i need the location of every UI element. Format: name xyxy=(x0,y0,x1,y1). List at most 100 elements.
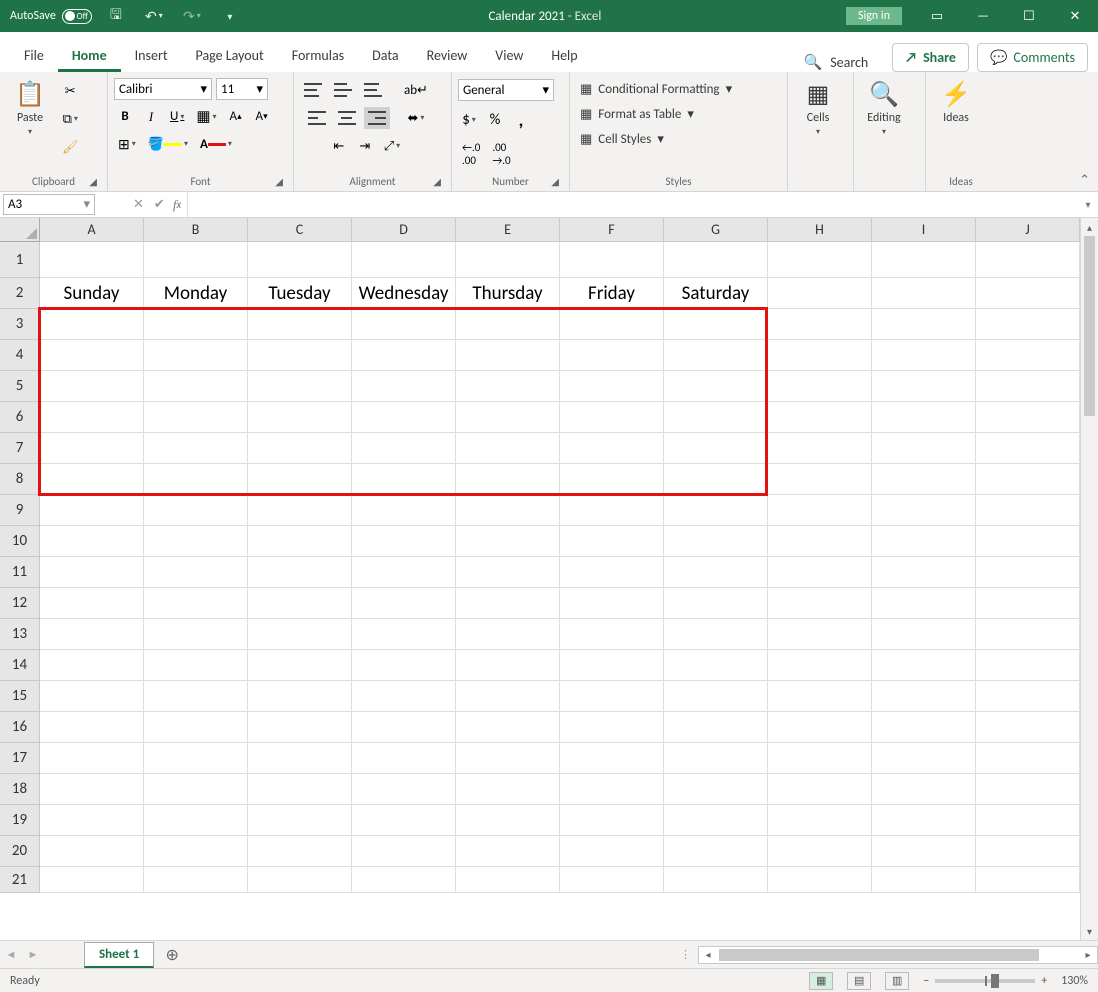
cell[interactable] xyxy=(40,836,144,867)
cell[interactable] xyxy=(352,743,456,774)
cell[interactable] xyxy=(872,278,976,309)
cell[interactable] xyxy=(976,495,1080,526)
cell[interactable] xyxy=(144,867,248,893)
col-header[interactable]: E xyxy=(456,218,560,242)
cell[interactable] xyxy=(248,743,352,774)
row-header[interactable]: 3 xyxy=(0,309,40,340)
cell[interactable] xyxy=(976,309,1080,340)
cell[interactable] xyxy=(768,371,872,402)
cell[interactable] xyxy=(664,805,768,836)
cell[interactable] xyxy=(144,836,248,867)
page-layout-view-button[interactable]: ▤ xyxy=(847,972,871,990)
cell[interactable] xyxy=(664,836,768,867)
row-header[interactable]: 4 xyxy=(0,340,40,371)
orientation-button[interactable]: ⤢▾ xyxy=(380,135,404,157)
cell[interactable] xyxy=(352,242,456,278)
paste-button[interactable]: 📋 Paste ▾ xyxy=(6,76,54,137)
cell[interactable] xyxy=(872,402,976,433)
cell[interactable] xyxy=(40,681,144,712)
bold-button[interactable]: B xyxy=(114,106,136,128)
row-header[interactable]: 5 xyxy=(0,371,40,402)
cell[interactable] xyxy=(560,526,664,557)
tab-page-layout[interactable]: Page Layout xyxy=(182,39,278,72)
redo-icon[interactable]: ↷▾ xyxy=(178,2,206,30)
save-icon[interactable]: 🖫 xyxy=(102,2,130,30)
row-header[interactable]: 14 xyxy=(0,650,40,681)
cell[interactable] xyxy=(248,495,352,526)
cell[interactable] xyxy=(872,774,976,805)
cell[interactable] xyxy=(560,805,664,836)
cell[interactable] xyxy=(40,433,144,464)
cell[interactable] xyxy=(768,650,872,681)
cell[interactable] xyxy=(664,526,768,557)
increase-indent-button[interactable]: ⇥ xyxy=(354,135,376,157)
cell[interactable] xyxy=(248,588,352,619)
cell[interactable] xyxy=(248,242,352,278)
font-launcher-icon[interactable]: ◢ xyxy=(275,175,283,188)
cell[interactable] xyxy=(144,464,248,495)
align-center-button[interactable] xyxy=(334,107,360,129)
cell[interactable] xyxy=(144,402,248,433)
tab-insert[interactable]: Insert xyxy=(121,39,182,72)
cell[interactable] xyxy=(144,588,248,619)
cell[interactable] xyxy=(248,836,352,867)
cell[interactable] xyxy=(456,743,560,774)
col-header[interactable]: I xyxy=(872,218,976,242)
cell[interactable] xyxy=(872,371,976,402)
cell[interactable] xyxy=(976,867,1080,893)
cell[interactable] xyxy=(40,242,144,278)
cell[interactable] xyxy=(560,242,664,278)
cell[interactable] xyxy=(768,681,872,712)
cell[interactable] xyxy=(664,433,768,464)
cell[interactable] xyxy=(248,340,352,371)
cell[interactable] xyxy=(768,867,872,893)
sign-in-button[interactable]: Sign in xyxy=(846,7,902,25)
cell[interactable] xyxy=(144,495,248,526)
cell[interactable] xyxy=(352,371,456,402)
cell[interactable] xyxy=(352,681,456,712)
tab-view[interactable]: View xyxy=(481,39,537,72)
cell[interactable] xyxy=(248,867,352,893)
sheet-nav-prev-icon[interactable]: ◄ xyxy=(0,948,22,961)
cell[interactable] xyxy=(248,805,352,836)
cell[interactable] xyxy=(872,242,976,278)
cell[interactable] xyxy=(352,805,456,836)
cell[interactable]: Thursday xyxy=(456,278,560,309)
cell[interactable] xyxy=(664,371,768,402)
cell[interactable] xyxy=(872,805,976,836)
fx-icon[interactable]: fx xyxy=(173,192,187,217)
font-color-button[interactable]: A▾ xyxy=(196,133,236,155)
cell[interactable] xyxy=(40,371,144,402)
cell[interactable] xyxy=(872,712,976,743)
cell[interactable] xyxy=(976,371,1080,402)
row-header[interactable]: 19 xyxy=(0,805,40,836)
cell[interactable] xyxy=(352,836,456,867)
cell[interactable]: Tuesday xyxy=(248,278,352,309)
cell[interactable] xyxy=(872,650,976,681)
col-header[interactable]: A xyxy=(40,218,144,242)
alignment-launcher-icon[interactable]: ◢ xyxy=(433,175,441,188)
row-header[interactable]: 1 xyxy=(0,242,40,278)
cell[interactable] xyxy=(768,805,872,836)
cell[interactable] xyxy=(248,464,352,495)
cell[interactable] xyxy=(456,309,560,340)
cell[interactable] xyxy=(40,867,144,893)
cell[interactable] xyxy=(456,774,560,805)
tab-review[interactable]: Review xyxy=(413,39,482,72)
italic-button[interactable]: I xyxy=(140,106,162,128)
cell[interactable] xyxy=(976,712,1080,743)
cell[interactable] xyxy=(352,712,456,743)
cell[interactable] xyxy=(664,650,768,681)
cell[interactable] xyxy=(872,526,976,557)
row-header[interactable]: 11 xyxy=(0,557,40,588)
percent-format-button[interactable]: % xyxy=(484,109,506,131)
number-launcher-icon[interactable]: ◢ xyxy=(551,175,559,188)
cell[interactable] xyxy=(664,242,768,278)
underline-button[interactable]: U▾ xyxy=(166,106,188,128)
cell[interactable] xyxy=(456,681,560,712)
row-header[interactable]: 8 xyxy=(0,464,40,495)
cells-button[interactable]: ▦ Cells ▾ xyxy=(794,76,842,137)
align-left-button[interactable] xyxy=(304,107,330,129)
align-right-button[interactable] xyxy=(364,107,390,129)
cell[interactable] xyxy=(560,402,664,433)
